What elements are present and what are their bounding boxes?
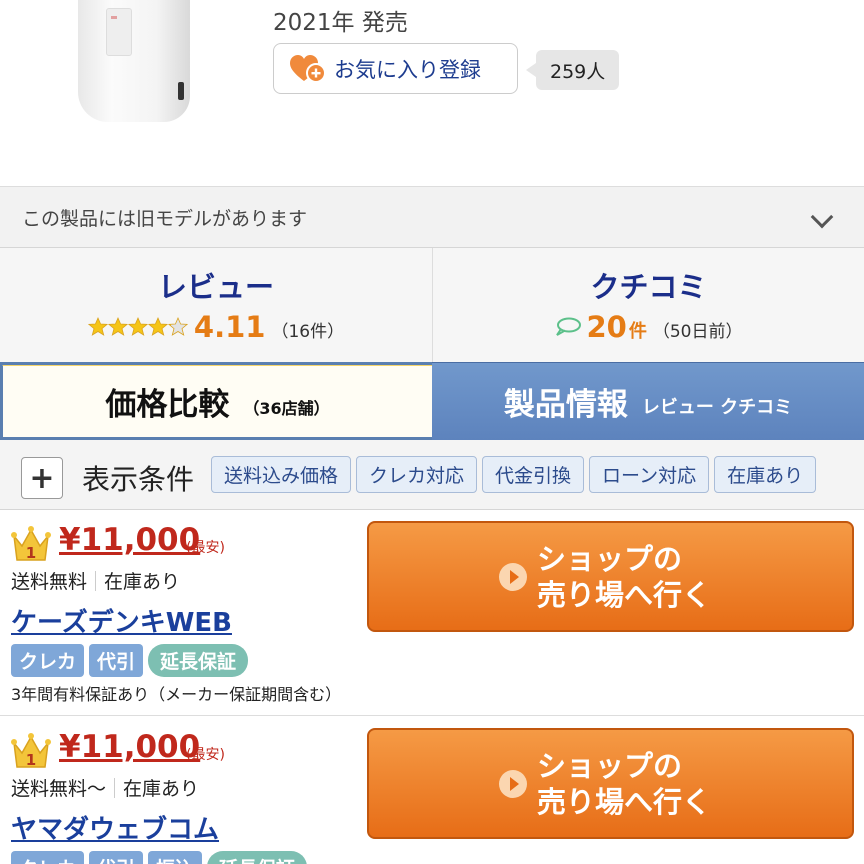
shipping-info: 送料無料 在庫あり: [11, 567, 180, 594]
star-icon: [107, 317, 128, 336]
payment-badges: クレカ 代引 振込 延長保証: [11, 851, 308, 864]
arrow-right-icon: [499, 563, 527, 591]
kuchikomi-age: （50日前）: [652, 322, 743, 342]
page: 2021年 発売 お気に入り登録 259人 この製品には旧モデルがあります レビ…: [0, 0, 864, 864]
star-icon: [167, 317, 188, 336]
shop-price[interactable]: ¥11,000: [59, 522, 200, 558]
release-date: 2021年 発売: [273, 10, 408, 36]
badge-bank-transfer: 振込: [148, 851, 203, 864]
kuchikomi-summary[interactable]: クチコミ 20 件 （50日前）: [432, 248, 864, 362]
button-line1: ショップの: [537, 541, 683, 576]
badge-credit-card: クレカ: [11, 644, 85, 677]
go-to-shop-button[interactable]: ショップの 売り場へ行く: [367, 728, 854, 839]
arrow-right-icon: [499, 770, 527, 798]
chevron-down-icon: [810, 205, 834, 229]
review-score: 4.11: [193, 310, 266, 344]
stock-text: 在庫あり: [104, 571, 181, 593]
shop-count: （36店舗）: [243, 398, 330, 418]
badge-credit-card: クレカ: [11, 851, 85, 864]
old-model-bar[interactable]: この製品には旧モデルがあります: [0, 186, 864, 248]
kuchikomi-title: クチコミ: [590, 270, 707, 304]
star-rating-icon: [87, 317, 188, 337]
shop-row: 1 ¥11,000 (最安) 送料無料～ 在庫あり ヤマダウェブコム クレカ 代…: [0, 717, 864, 864]
crown-rank-icon: 1: [11, 526, 51, 562]
shop-name-link[interactable]: ケーズデンキWEB: [11, 602, 232, 639]
shop-row: 1 ¥11,000 (最安) 送料無料 在庫あり ケーズデンキWEB クレカ 代…: [0, 510, 864, 716]
tab-info-label: 製品情報: [503, 387, 628, 423]
go-to-shop-button[interactable]: ショップの 売り場へ行く: [367, 521, 854, 632]
button-line2: 売り場へ行く: [537, 784, 712, 819]
badge-extended-warranty: 延長保証: [148, 644, 249, 677]
badge-extended-warranty: 延長保証: [207, 851, 308, 864]
star-icon: [87, 317, 108, 336]
payment-badges: クレカ 代引 延長保証: [11, 644, 249, 677]
tab-price-label: 価格比較: [105, 387, 230, 423]
crown-rank-icon: 1: [11, 733, 51, 769]
tab-price-compare[interactable]: 価格比較 （36店舗）: [0, 362, 432, 440]
button-line2: 売り場へ行く: [537, 577, 712, 612]
filter-label: 表示条件: [82, 463, 195, 496]
star-icon: [147, 317, 168, 336]
favorite-count: 259人: [525, 50, 620, 90]
product-header: 2021年 発売 お気に入り登録 259人: [0, 0, 864, 186]
heart-plus-icon: [290, 54, 326, 83]
filter-chip-loan[interactable]: ローン対応: [589, 456, 710, 493]
button-line1: ショップの: [537, 748, 683, 783]
shipping-text: 送料無料～: [11, 778, 107, 800]
favorite-button[interactable]: お気に入り登録: [273, 43, 518, 94]
shipping-text: 送料無料: [11, 571, 88, 593]
kuchikomi-count: 20: [586, 310, 627, 344]
filter-chip-in-stock[interactable]: 在庫あり: [714, 456, 817, 493]
rank-number: 1: [26, 751, 36, 769]
badge-cod: 代引: [89, 644, 144, 677]
tab-bar: 価格比較 （36店舗） 製品情報 レビュー クチコミ: [0, 362, 864, 440]
speech-bubble-icon: [555, 317, 581, 336]
review-count: （16件）: [271, 322, 345, 342]
old-model-text: この製品には旧モデルがあります: [22, 207, 308, 230]
kuchikomi-unit: 件: [628, 321, 647, 342]
control-panel: [106, 8, 132, 56]
lowest-label: (最安): [186, 540, 225, 556]
stock-text: 在庫あり: [123, 778, 200, 800]
filter-chip-credit-card[interactable]: クレカ対応: [356, 456, 478, 493]
favorite-label: お気に入り登録: [334, 57, 481, 82]
filter-chip-cod[interactable]: 代金引換: [482, 456, 585, 493]
product-image[interactable]: [78, 0, 190, 122]
tab-info-sub: レビュー クチコミ: [641, 396, 793, 418]
expand-plus-icon[interactable]: +: [21, 457, 63, 499]
lowest-label: (最安): [186, 747, 225, 763]
filter-bar: + 表示条件 送料込み価格 クレカ対応 代金引換 ローン対応 在庫あり: [0, 440, 864, 510]
rating-summary: レビュー 4.11 （16件） クチコミ 20 件 （50日前）: [0, 248, 864, 362]
shipping-info: 送料無料～ 在庫あり: [11, 774, 199, 801]
tab-product-info[interactable]: 製品情報 レビュー クチコミ: [432, 362, 864, 440]
shop-price[interactable]: ¥11,000: [59, 729, 200, 765]
warranty-note: 3年間有料保証あり（メーカー保証期間含む）: [11, 685, 342, 704]
filter-chips: 送料込み価格 クレカ対応 代金引換 ローン対応 在庫あり: [211, 456, 817, 493]
review-title: レビュー: [157, 270, 274, 304]
shop-name-link[interactable]: ヤマダウェブコム: [11, 809, 219, 846]
filter-chip-shipping-included[interactable]: 送料込み価格: [211, 456, 352, 493]
rank-number: 1: [26, 544, 36, 562]
badge-cod: 代引: [89, 851, 144, 864]
star-icon: [127, 317, 148, 336]
review-summary[interactable]: レビュー 4.11 （16件）: [0, 248, 432, 362]
